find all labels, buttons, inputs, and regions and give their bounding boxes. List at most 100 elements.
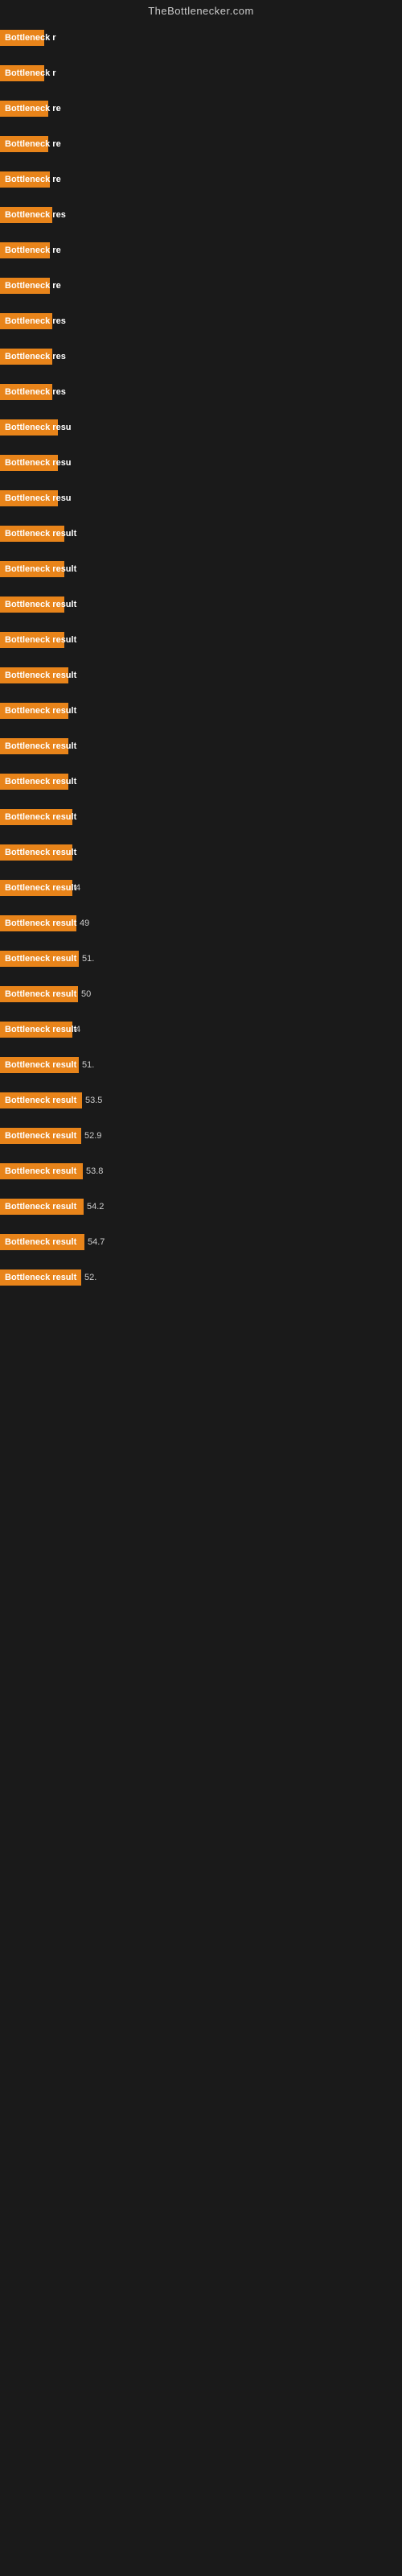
table-row: Bottleneck re [0,91,402,126]
bar-container: Bottleneck result52.9 [0,1128,402,1144]
bar-label: Bottleneck r [0,65,44,81]
bar-value: 4 [76,883,80,893]
bar-value: 54.2 [87,1202,104,1212]
bar-container: Bottleneck res [0,207,402,223]
bar-label: Bottleneck res [0,313,52,329]
bar-value: 4 [76,1025,80,1034]
table-row: Bottleneck result [0,799,402,835]
bar-container: Bottleneck re [0,278,402,294]
table-row: Bottleneck result [0,729,402,764]
bar-label: Bottleneck result [0,526,64,542]
bar-label: Bottleneck result [0,561,64,577]
bar-container: Bottleneck re [0,171,402,188]
bar-label: Bottleneck result [0,1128,81,1144]
table-row: Bottleneck result51. [0,1047,402,1083]
bar-container: Bottleneck result [0,844,402,861]
bar-container: Bottleneck r [0,30,402,46]
bar-value: 50 [81,989,91,999]
bar-label: Bottleneck result [0,632,64,648]
bar-label: Bottleneck resu [0,455,58,471]
table-row: Bottleneck result [0,764,402,799]
table-row: Bottleneck re [0,268,402,303]
bar-value: 49 [80,919,89,928]
bar-container: Bottleneck result [0,667,402,683]
bar-value: 52.9 [84,1131,101,1141]
table-row: Bottleneck re [0,126,402,162]
bar-label: Bottleneck result [0,1199,84,1215]
table-row: Bottleneck result [0,587,402,622]
bar-container: Bottleneck result [0,597,402,613]
table-row: Bottleneck result53.5 [0,1083,402,1118]
table-row: Bottleneck result 4 [0,1012,402,1047]
bar-label: Bottleneck result [0,915,76,931]
bar-label: Bottleneck re [0,101,48,117]
bar-value: 52. [84,1273,96,1282]
bar-container: Bottleneck result [0,526,402,542]
bar-label: Bottleneck result [0,597,64,613]
table-row: Bottleneck resu [0,410,402,445]
bar-container: Bottleneck result51. [0,1057,402,1073]
bar-container: Bottleneck result54.7 [0,1234,402,1250]
table-row: Bottleneck result4 [0,870,402,906]
table-row: Bottleneck result51. [0,941,402,976]
bar-container: Bottleneck res [0,313,402,329]
table-row: Bottleneck r [0,56,402,91]
bar-container: Bottleneck resu [0,455,402,471]
bar-label: Bottleneck res [0,207,52,223]
table-row: Bottleneck result [0,693,402,729]
bar-label: Bottleneck re [0,242,50,258]
bar-value: 51. [82,1060,94,1070]
bar-container: Bottleneck result [0,738,402,754]
table-row: Bottleneck result50 [0,976,402,1012]
table-row: Bottleneck result53.8 [0,1154,402,1189]
bar-label: Bottleneck result [0,1057,79,1073]
table-row: Bottleneck r [0,20,402,56]
bar-container: Bottleneck result 49 [0,915,402,931]
bar-label: Bottleneck res [0,384,52,400]
bar-label: Bottleneck result [0,1022,72,1038]
bar-label: Bottleneck result [0,1234,84,1250]
table-row: Bottleneck re [0,233,402,268]
bar-value: 53.5 [85,1096,102,1105]
bar-container: Bottleneck res [0,384,402,400]
table-row: Bottleneck result54.2 [0,1189,402,1224]
bar-container: Bottleneck result52. [0,1269,402,1286]
bar-label: Bottleneck result [0,1163,83,1179]
table-row: Bottleneck resu [0,481,402,516]
bar-container: Bottleneck resu [0,490,402,506]
bar-label: Bottleneck re [0,278,50,294]
bar-label: Bottleneck result [0,844,72,861]
bar-container: Bottleneck re [0,136,402,152]
bar-value: 51. [82,954,94,964]
bar-container: Bottleneck result 4 [0,1022,402,1038]
bar-container: Bottleneck result54.2 [0,1199,402,1215]
bar-container: Bottleneck result50 [0,986,402,1002]
table-row: Bottleneck resu [0,445,402,481]
bar-label: Bottleneck result [0,703,68,719]
bar-container: Bottleneck resu [0,419,402,436]
bar-container: Bottleneck re [0,101,402,117]
table-row: Bottleneck re [0,162,402,197]
table-row: Bottleneck result 49 [0,906,402,941]
bar-label: Bottleneck resu [0,419,58,436]
bar-container: Bottleneck res [0,349,402,365]
bar-container: Bottleneck result [0,774,402,790]
table-row: Bottleneck result54.7 [0,1224,402,1260]
table-row: Bottleneck res [0,374,402,410]
table-row: Bottleneck res [0,339,402,374]
table-row: Bottleneck result52.9 [0,1118,402,1154]
bar-container: Bottleneck result [0,703,402,719]
bar-label: Bottleneck result [0,951,79,967]
table-row: Bottleneck result [0,658,402,693]
table-row: Bottleneck result [0,551,402,587]
bar-label: Bottleneck result [0,809,72,825]
bar-label: Bottleneck res [0,349,52,365]
bar-container: Bottleneck re [0,242,402,258]
bar-label: Bottleneck re [0,136,48,152]
table-row: Bottleneck result [0,835,402,870]
bar-label: Bottleneck re [0,171,50,188]
bar-label: Bottleneck result [0,667,68,683]
bar-label: Bottleneck result [0,1092,82,1108]
bar-container: Bottleneck result [0,809,402,825]
bar-label: Bottleneck result [0,986,78,1002]
